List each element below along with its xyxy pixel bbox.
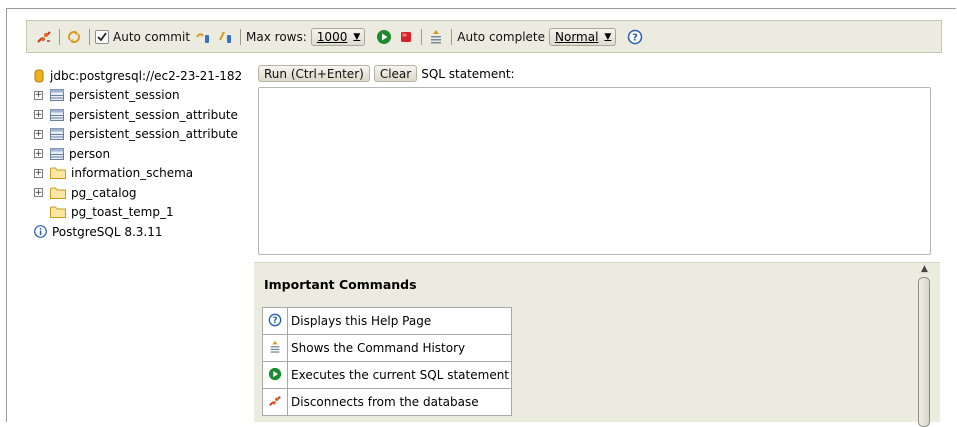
auto-commit-label: Auto commit (113, 29, 191, 44)
tree-item-label: pg_toast_temp_1 (71, 205, 174, 220)
max-rows-label: Max rows: (246, 29, 307, 44)
tree-item-label: persistent_session_attribute (69, 107, 238, 122)
help-icon: ? (268, 313, 282, 330)
tree-connection[interactable]: jdbc:postgresql://ec2-23-21-182 (34, 66, 254, 86)
help-scrollbar[interactable]: ▲ (917, 264, 932, 427)
command-description: Displays this Help Page (287, 307, 512, 335)
toolbar-separator (89, 28, 90, 45)
chevron-down-icon: ▼ (604, 31, 612, 42)
disconnect-icon (268, 395, 282, 411)
auto-commit-toggle[interactable]: Auto commit (95, 27, 190, 47)
toolbar: Auto commit Max rows: 1000 ▼ Auto comple… (26, 20, 942, 53)
folder-icon (50, 167, 66, 180)
run-icon[interactable] (375, 28, 393, 46)
toolbar-separator (451, 28, 453, 45)
auto-complete-select[interactable]: Normal ▼ (549, 27, 617, 46)
table-row: ? Displays this Help Page (262, 307, 512, 335)
folder-icon (50, 206, 66, 219)
help-panel: Important Commands ? Displays this Help … (254, 262, 940, 422)
toolbar-separator (240, 28, 242, 45)
disconnect-icon[interactable] (35, 28, 53, 46)
help-icon[interactable]: ? (626, 28, 644, 46)
table-row: Shows the Command History (262, 334, 512, 362)
svg-text:?: ? (632, 32, 638, 43)
version-info: PostgreSQL 8.3.11 (34, 222, 254, 242)
commit-icon[interactable] (194, 28, 212, 46)
max-rows-select[interactable]: 1000 ▼ (310, 27, 366, 46)
expand-icon[interactable]: + (34, 129, 43, 139)
expand-icon[interactable]: + (34, 168, 43, 178)
stop-icon[interactable] (397, 28, 415, 46)
tree-item[interactable]: + persistent_session_attribute (34, 105, 254, 125)
expand-icon[interactable]: + (34, 110, 43, 120)
table-row: Disconnects from the database (262, 388, 512, 416)
version-label: PostgreSQL 8.3.11 (52, 224, 163, 239)
tree-item-label: information_schema (71, 166, 194, 181)
auto-commit-checkbox[interactable] (95, 29, 109, 44)
max-rows-value: 1000 (316, 29, 348, 44)
auto-complete-group: Auto complete Normal ▼ (457, 27, 617, 47)
clear-button[interactable]: Clear (373, 65, 418, 82)
folder-icon (50, 187, 66, 199)
toolbar-separator (59, 28, 60, 45)
commands-table: ? Displays this Help Page Shows the Comm… (262, 307, 512, 416)
history-icon[interactable] (427, 28, 445, 46)
table-icon (50, 147, 64, 160)
command-description: Shows the Command History (287, 334, 512, 362)
max-rows-group: Max rows: 1000 ▼ (246, 27, 366, 47)
table-icon (50, 108, 64, 121)
sql-statement-input[interactable] (258, 87, 931, 255)
svg-text:?: ? (272, 316, 277, 326)
database-icon (34, 69, 44, 83)
tree-item-label: persistent_session_attribute (69, 127, 238, 142)
run-button[interactable]: Run (Ctrl+Enter) (258, 65, 370, 82)
tree-item[interactable]: + persistent_session (34, 86, 254, 106)
chevron-down-icon: ▼ (353, 31, 361, 42)
scroll-up-icon[interactable]: ▲ (917, 264, 932, 276)
auto-complete-value: Normal (555, 29, 599, 44)
expand-icon[interactable]: + (34, 90, 43, 100)
help-title: Important Commands (264, 277, 417, 292)
connection-label: jdbc:postgresql://ec2-23-21-182 (50, 68, 243, 83)
tree-item[interactable]: + persistent_session_attribute (34, 125, 254, 145)
database-tree: jdbc:postgresql://ec2-23-21-182 + persis… (34, 66, 254, 242)
sql-statement-label: SQL statement: (421, 66, 515, 81)
tree-item-label: person (69, 146, 111, 161)
rollback-icon[interactable] (216, 28, 234, 46)
refresh-icon[interactable] (65, 28, 83, 46)
expand-icon[interactable]: + (34, 149, 43, 159)
table-icon (50, 128, 64, 141)
editor-toolbar: Run (Ctrl+Enter) Clear SQL statement: (258, 65, 515, 82)
run-icon (268, 367, 282, 384)
auto-complete-label: Auto complete (457, 29, 545, 44)
tree-item[interactable]: + pg_catalog (34, 183, 254, 203)
toolbar-separator (421, 28, 423, 45)
tree-item-label: persistent_session (69, 88, 180, 103)
expand-icon[interactable]: + (34, 188, 43, 198)
scroll-thumb[interactable] (918, 277, 930, 427)
table-row: Executes the current SQL statement (262, 361, 512, 389)
tree-item[interactable]: + information_schema (34, 164, 254, 184)
tree-item[interactable]: pg_toast_temp_1 (34, 203, 254, 223)
table-icon (50, 89, 64, 102)
command-description: Executes the current SQL statement (287, 361, 512, 389)
tree-item-label: pg_catalog (71, 185, 137, 200)
info-icon (34, 225, 47, 239)
command-description: Disconnects from the database (287, 388, 512, 416)
tree-item[interactable]: + person (34, 144, 254, 164)
history-icon (268, 340, 282, 357)
